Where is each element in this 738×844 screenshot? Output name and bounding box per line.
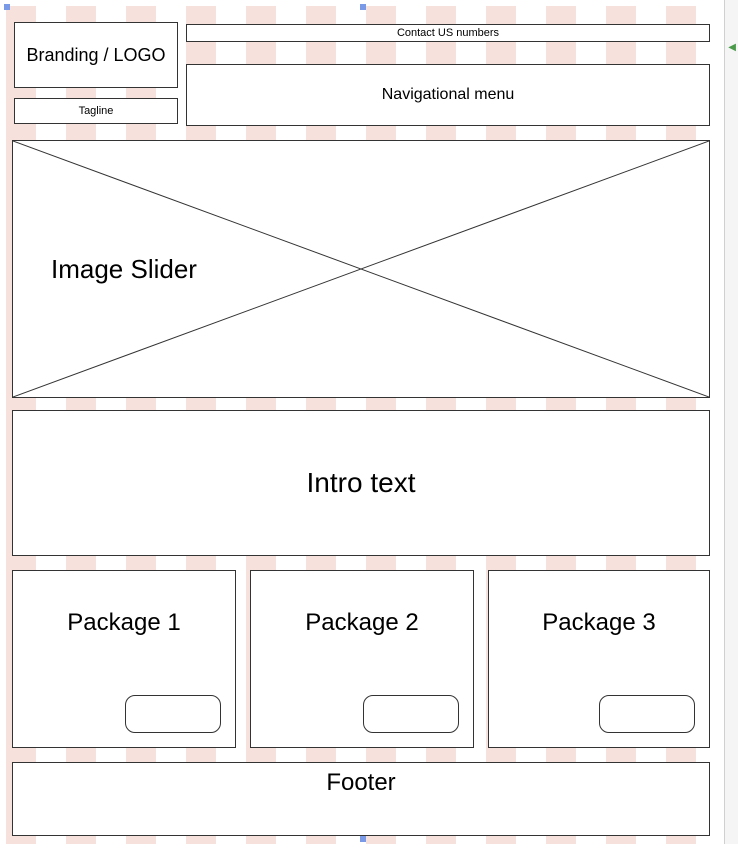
tagline-block[interactable]: Tagline xyxy=(14,98,178,124)
slider-label: Image Slider xyxy=(51,254,197,285)
package-title: Package 3 xyxy=(542,609,655,637)
package-1-button[interactable] xyxy=(125,695,221,733)
package-2-block[interactable]: Package 2 xyxy=(250,570,474,748)
ruler-marker-icon: ◀ xyxy=(728,42,736,53)
contact-block[interactable]: Contact US numbers xyxy=(186,24,710,42)
nav-label: Navigational menu xyxy=(382,86,515,104)
package-3-button[interactable] xyxy=(599,695,695,733)
logo-block[interactable]: Branding / LOGO xyxy=(14,22,178,88)
package-title: Package 1 xyxy=(67,609,180,637)
selection-handle[interactable] xyxy=(360,836,366,842)
intro-text-block[interactable]: Intro text xyxy=(12,410,710,556)
tagline-label: Tagline xyxy=(79,105,114,117)
package-1-block[interactable]: Package 1 xyxy=(12,570,236,748)
contact-label: Contact US numbers xyxy=(397,27,499,39)
footer-block[interactable]: Footer xyxy=(12,762,710,836)
ruler-right: ◀ xyxy=(724,0,738,844)
footer-label: Footer xyxy=(326,769,395,797)
nav-menu-block[interactable]: Navigational menu xyxy=(186,64,710,126)
wireframe-canvas: Branding / LOGO Tagline Contact US numbe… xyxy=(0,0,724,844)
image-slider-block[interactable]: Image Slider xyxy=(12,140,710,398)
package-2-button[interactable] xyxy=(363,695,459,733)
package-title: Package 2 xyxy=(305,609,418,637)
intro-label: Intro text xyxy=(307,467,416,499)
selection-handle[interactable] xyxy=(4,4,10,10)
selection-handle[interactable] xyxy=(360,4,366,10)
logo-label: Branding / LOGO xyxy=(26,45,165,66)
package-3-block[interactable]: Package 3 xyxy=(488,570,710,748)
